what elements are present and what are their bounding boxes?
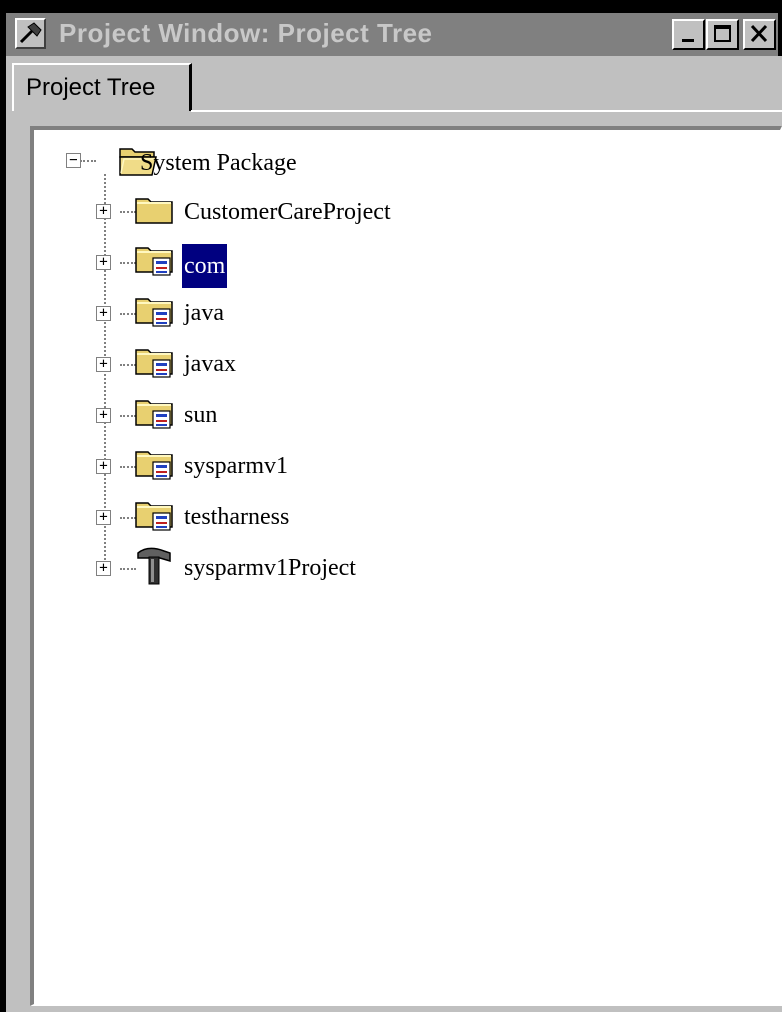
expand-toggle[interactable]: + [96,408,111,423]
hammer-icon [134,544,174,586]
tree-node-java[interactable]: java [182,296,226,330]
package-folder-icon [134,396,174,430]
hammer-icon[interactable] [15,18,46,49]
package-folder-icon [134,243,174,277]
expand-toggle[interactable]: + [96,357,111,372]
expand-toggle[interactable]: + [96,255,111,270]
client-area: Project Tree − System Package + Customer… [6,56,782,1012]
package-folder-icon [134,498,174,532]
tree-node-sun[interactable]: sun [182,398,219,432]
tab-panel: − System Package + CustomerCareProject +… [12,126,782,1012]
tree-node-sysparmv1project[interactable]: sysparmv1Project [182,551,358,585]
tree-node-javax[interactable]: javax [182,347,238,381]
tree-node-system-package[interactable]: System Package [138,146,299,180]
minimize-button[interactable] [672,19,705,50]
title-bar[interactable]: Project Window: Project Tree [6,13,778,56]
tree-node-testharness[interactable]: testharness [182,500,291,534]
package-folder-icon [134,294,174,328]
tab-project-tree[interactable]: Project Tree [12,63,192,111]
maximize-icon [714,25,731,42]
expand-toggle[interactable]: + [96,459,111,474]
expand-toggle[interactable]: + [96,510,111,525]
tree-node-customercareproject[interactable]: CustomerCareProject [182,195,393,229]
tree-connector-line [80,160,96,162]
maximize-button[interactable] [706,19,739,50]
expand-toggle[interactable]: + [96,204,111,219]
package-folder-icon [134,345,174,379]
close-button[interactable] [743,19,776,50]
expand-toggle[interactable]: + [96,306,111,321]
tree-node-com[interactable]: com [182,244,228,288]
close-icon [750,24,768,43]
project-window: Project Window: Project Tree Project Tre… [0,0,782,1012]
tab-label: Project Tree [26,74,156,101]
package-folder-icon [134,447,174,481]
expand-toggle[interactable]: + [96,561,111,576]
minimize-icon [682,39,694,42]
window-title: Project Window: Project Tree [59,18,433,48]
project-tree[interactable]: − System Package + CustomerCareProject +… [30,126,782,1006]
tab-strip-divider [191,110,782,112]
folder-icon [134,193,174,225]
tree-node-sysparmv1[interactable]: sysparmv1 [182,449,290,483]
collapse-toggle-root[interactable]: − [66,153,81,168]
